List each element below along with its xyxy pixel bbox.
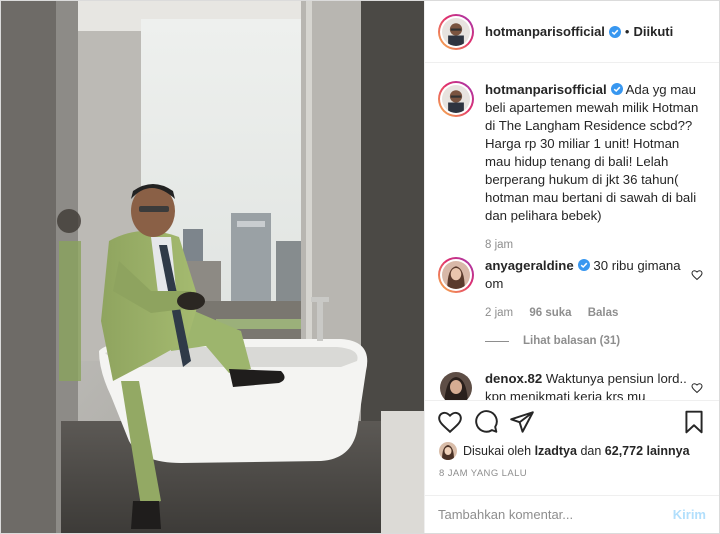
comment-username[interactable]: denox.82 bbox=[485, 371, 542, 386]
comment-like-heart-icon[interactable] bbox=[691, 382, 703, 394]
header-separator: • bbox=[624, 24, 630, 39]
follow-status-button[interactable]: Diikuti bbox=[633, 24, 673, 39]
liker-avatar bbox=[439, 442, 457, 460]
post-comment-button[interactable]: Kirim bbox=[673, 507, 706, 522]
comment-body: anyageraldine 30 ribu gimana om 2 jam 96… bbox=[485, 257, 700, 322]
caption-entry: hotmanparisofficial Ada yg mau beli apar… bbox=[425, 81, 719, 254]
author-avatar-image bbox=[442, 17, 470, 46]
verified-badge-icon bbox=[610, 83, 623, 95]
author-avatar[interactable] bbox=[438, 13, 474, 50]
photo-illustration bbox=[1, 1, 424, 533]
share-icon[interactable] bbox=[509, 409, 535, 435]
caption-text: Ada yg mau beli apartemen mewah milik Ho… bbox=[485, 82, 699, 223]
replies-divider bbox=[485, 340, 509, 342]
action-bar bbox=[425, 400, 719, 442]
verified-badge-icon bbox=[577, 259, 590, 271]
heart-icon[interactable] bbox=[437, 409, 463, 435]
caption-avatar[interactable] bbox=[438, 81, 474, 117]
commenter-avatar[interactable] bbox=[438, 257, 474, 293]
comment-like-heart-icon[interactable] bbox=[691, 269, 703, 281]
likes-count[interactable]: 62,772 lainnya bbox=[605, 444, 690, 458]
view-replies-button[interactable]: Lihat balasan (31) bbox=[485, 335, 620, 347]
reply-button[interactable]: Balas bbox=[588, 307, 619, 319]
commenter-avatar-image bbox=[442, 261, 470, 289]
bookmark-icon[interactable] bbox=[681, 409, 707, 435]
comment-icon[interactable] bbox=[473, 409, 499, 435]
likes-summary[interactable]: Disukai oleh lzadtya dan 62,772 lainnya bbox=[439, 442, 690, 460]
post-header: hotmanparisofficial • Diikuti bbox=[425, 1, 719, 63]
comment-body: denox.82 Waktunya pensiun lord.. kpn men… bbox=[485, 370, 700, 400]
comment-username[interactable]: anyageraldine bbox=[485, 258, 574, 273]
commenter-avatar[interactable] bbox=[440, 372, 472, 400]
post-side-panel: hotmanparisofficial • Diikuti hotmanpari… bbox=[424, 1, 719, 533]
caption-time: 8 jam bbox=[485, 239, 514, 251]
comment-input[interactable] bbox=[438, 507, 673, 522]
author-username[interactable]: hotmanparisofficial bbox=[485, 24, 605, 39]
liker-username[interactable]: lzadtya bbox=[535, 444, 577, 458]
post-photo[interactable] bbox=[1, 1, 424, 533]
add-comment-bar: Kirim bbox=[425, 495, 719, 533]
view-replies-label: Lihat balasan (31) bbox=[523, 335, 621, 347]
caption-body: hotmanparisofficial Ada yg mau beli apar… bbox=[485, 81, 700, 254]
likes-prefix: Disukai oleh bbox=[463, 444, 532, 458]
comment-time: 2 jam bbox=[485, 307, 514, 319]
comment-meta: 2 jam 96 suka Balas bbox=[485, 304, 700, 322]
comments-list[interactable]: hotmanparisofficial Ada yg mau beli apar… bbox=[425, 64, 719, 400]
post-timestamp: 8 JAM YANG LALU bbox=[439, 468, 528, 479]
comment-likes[interactable]: 96 suka bbox=[529, 307, 571, 319]
instagram-post: hotmanparisofficial • Diikuti hotmanpari… bbox=[0, 0, 720, 534]
likes-connector: dan bbox=[580, 444, 602, 458]
comment-item: anyageraldine 30 ribu gimana om 2 jam 96… bbox=[425, 257, 719, 322]
verified-badge-icon bbox=[608, 25, 621, 38]
caption-username[interactable]: hotmanparisofficial bbox=[485, 82, 607, 97]
caption-avatar-image bbox=[442, 85, 470, 113]
comment-item: denox.82 Waktunya pensiun lord.. kpn men… bbox=[425, 370, 719, 400]
caption-meta: 8 jam bbox=[485, 236, 700, 254]
